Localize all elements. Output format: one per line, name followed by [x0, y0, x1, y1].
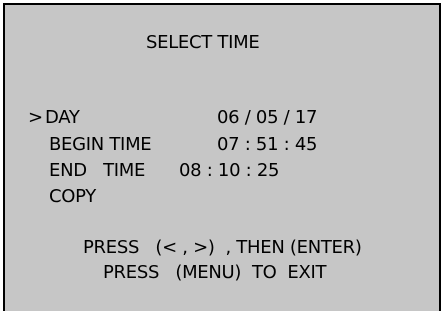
menu-item-begin-time[interactable]: BEGIN TIME	[49, 135, 152, 155]
instruction-navigate: PRESS (< , >) , THEN (ENTER)	[83, 237, 362, 258]
day-value[interactable]: 06 / 05 / 17	[217, 108, 317, 128]
menu-item-day[interactable]: DAY	[45, 108, 80, 128]
begin-time-value[interactable]: 07 : 51 : 45	[217, 135, 317, 155]
instruction-exit: PRESS (MENU) TO EXIT	[103, 262, 327, 283]
menu-item-copy[interactable]: COPY	[49, 187, 96, 207]
menu-item-end-time[interactable]: END TIME	[49, 161, 145, 181]
selection-cursor: >	[28, 107, 43, 128]
end-time-value[interactable]: 08 : 10 : 25	[179, 161, 279, 181]
osd-menu-panel: SELECT TIME > DAY 06 / 05 / 17 BEGIN TIM…	[3, 3, 441, 311]
menu-title: SELECT TIME	[146, 32, 260, 53]
